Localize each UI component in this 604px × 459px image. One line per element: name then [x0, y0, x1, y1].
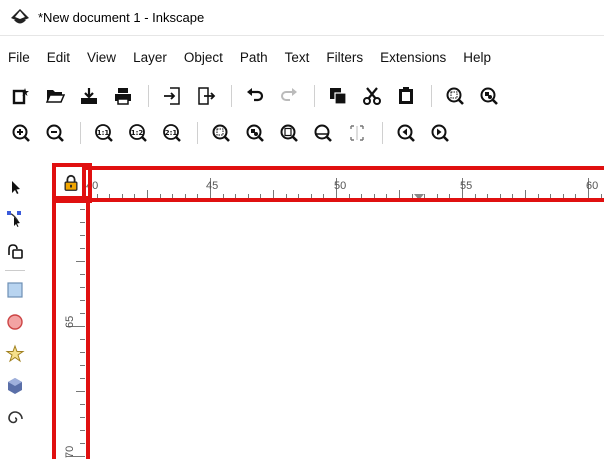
- title-bar: *New document 1 - Inkscape: [0, 0, 604, 36]
- zoom-toolbar: 1:1 1:2 2:1: [0, 115, 604, 151]
- menu-edit[interactable]: Edit: [47, 50, 70, 65]
- toolbar-separator: [314, 85, 315, 107]
- zoom-previous-icon[interactable]: [395, 122, 417, 144]
- menu-file[interactable]: File: [8, 50, 30, 65]
- menu-view[interactable]: View: [87, 50, 116, 65]
- 3dbox-tool-icon[interactable]: [2, 373, 28, 399]
- new-document-icon[interactable]: [10, 85, 32, 107]
- paste-icon[interactable]: [395, 85, 417, 107]
- toolbox-separator: [5, 270, 25, 271]
- redo-icon[interactable]: [278, 85, 300, 107]
- ruler-label-65: 65: [64, 315, 76, 328]
- zoom-1-2-icon[interactable]: 1:2: [127, 122, 149, 144]
- zoom-1-1-icon[interactable]: 1:1: [93, 122, 115, 144]
- undo-icon[interactable]: [244, 85, 266, 107]
- ruler-label-55: 55: [460, 180, 473, 192]
- toolbar-separator: [148, 85, 149, 107]
- zoom-drawing-icon[interactable]: [478, 85, 500, 107]
- menu-text[interactable]: Text: [285, 50, 310, 65]
- ruler-label-50: 50: [334, 180, 347, 192]
- drawing-canvas[interactable]: [60, 170, 604, 459]
- lock-guides-button[interactable]: [60, 172, 82, 194]
- ruler-cursor-marker: [414, 194, 424, 200]
- zoom-in-icon[interactable]: [10, 122, 32, 144]
- zoom-page-width-icon[interactable]: [312, 122, 334, 144]
- vertical-ruler[interactable]: 65 70: [62, 196, 86, 459]
- star-tool-icon[interactable]: [2, 341, 28, 367]
- menu-help[interactable]: Help: [463, 50, 491, 65]
- menu-object[interactable]: Object: [184, 50, 223, 65]
- selector-tool-icon[interactable]: [2, 174, 28, 200]
- window-title: *New document 1 - Inkscape: [38, 10, 205, 25]
- zoom-2-1-icon[interactable]: 2:1: [161, 122, 183, 144]
- toolbar-separator: [80, 122, 81, 144]
- menu-extensions[interactable]: Extensions: [380, 50, 446, 65]
- ellipse-tool-icon[interactable]: [2, 309, 28, 335]
- ruler-label-70: 70: [64, 445, 76, 458]
- rectangle-tool-icon[interactable]: [2, 277, 28, 303]
- zoom-next-icon[interactable]: [429, 122, 451, 144]
- save-icon[interactable]: [78, 85, 100, 107]
- ruler-label-40: 40: [86, 180, 99, 192]
- zoom-2-1-label: 2:1: [165, 129, 178, 137]
- import-icon[interactable]: [161, 85, 183, 107]
- horizontal-ruler[interactable]: 40 45 50 55 60: [84, 170, 604, 200]
- menu-layer[interactable]: Layer: [133, 50, 167, 65]
- zoom-out-icon[interactable]: [44, 122, 66, 144]
- menu-bar: File Edit View Layer Object Path Text Fi…: [0, 44, 604, 70]
- toolbar-separator: [431, 85, 432, 107]
- zoom-1-1-label: 1:1: [97, 129, 110, 137]
- zoom-drawing-icon[interactable]: [244, 122, 266, 144]
- zoom-selection-icon[interactable]: [444, 85, 466, 107]
- zoom-1-2-label: 1:2: [131, 129, 144, 137]
- open-folder-icon[interactable]: [44, 85, 66, 107]
- zoom-selection-icon[interactable]: [210, 122, 232, 144]
- menu-filters[interactable]: Filters: [326, 50, 363, 65]
- lock-icon: [64, 174, 78, 191]
- zoom-page-icon[interactable]: [278, 122, 300, 144]
- toolbar-separator: [197, 122, 198, 144]
- spiral-tool-icon[interactable]: [2, 405, 28, 431]
- ruler-label-45: 45: [206, 180, 219, 192]
- commands-toolbar: [0, 78, 604, 114]
- print-icon[interactable]: [112, 85, 134, 107]
- export-icon[interactable]: [195, 85, 217, 107]
- toolbar-separator: [231, 85, 232, 107]
- toolbox: [0, 172, 30, 459]
- copy-icon[interactable]: [327, 85, 349, 107]
- menu-path[interactable]: Path: [240, 50, 268, 65]
- cut-icon[interactable]: [361, 85, 383, 107]
- inkscape-logo-icon: [11, 8, 29, 23]
- toolbar-separator: [382, 122, 383, 144]
- zoom-center-icon[interactable]: [346, 122, 368, 144]
- ruler-label-60: 60: [586, 180, 599, 192]
- node-tool-icon[interactable]: [2, 206, 28, 232]
- tweak-tool-icon[interactable]: [2, 238, 28, 264]
